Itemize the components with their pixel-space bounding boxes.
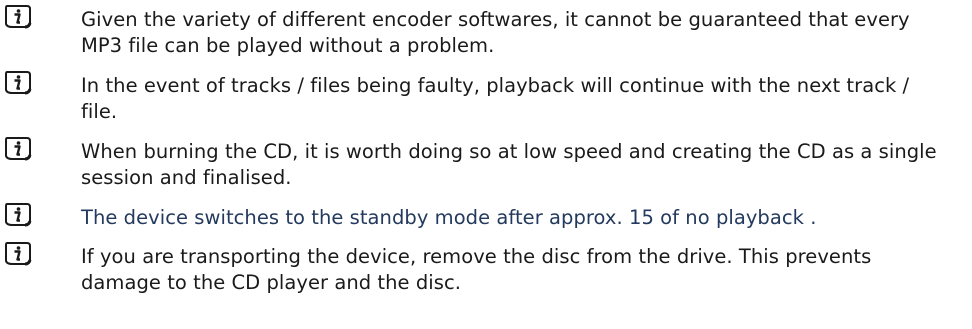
- info-icon: [3, 241, 33, 267]
- info-icon: [3, 136, 33, 162]
- note-text: The device switches to the standby mode …: [81, 206, 817, 229]
- info-icon: [3, 70, 33, 96]
- info-icon: [3, 4, 33, 30]
- note-text: In the event of tracks / files being fau…: [81, 74, 910, 123]
- note-text: If you are transporting the device, remo…: [81, 245, 872, 294]
- info-icon: [3, 202, 33, 228]
- note-text: When burning the CD, it is worth doing s…: [81, 140, 937, 189]
- note-text: Given the variety of different encoder s…: [81, 8, 910, 57]
